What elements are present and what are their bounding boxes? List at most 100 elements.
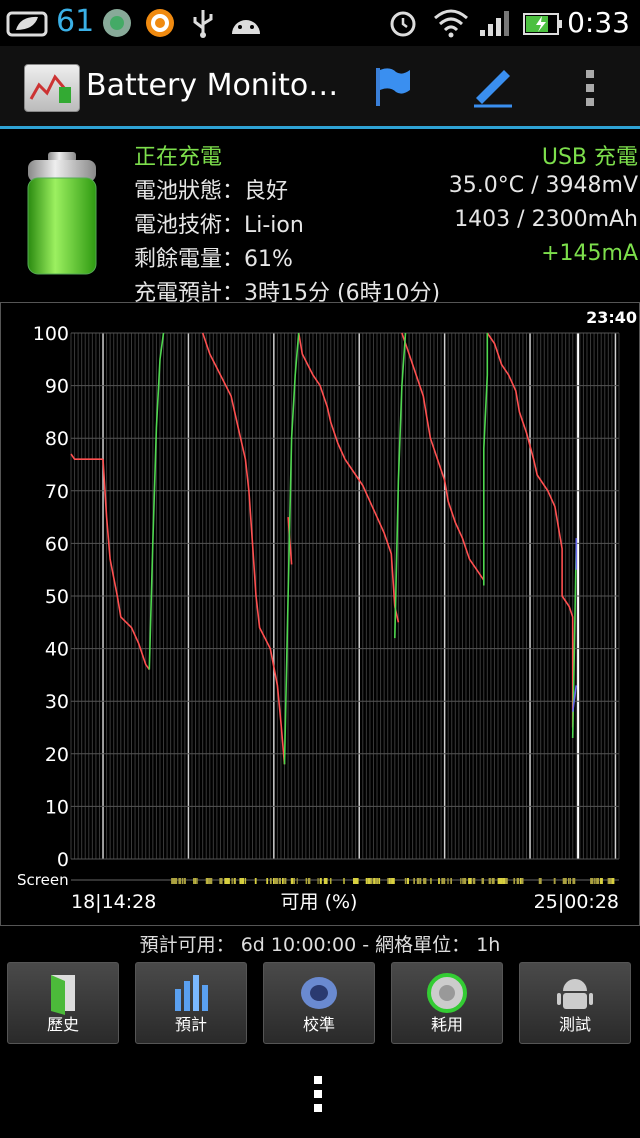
screen-on-mark [274,878,277,884]
wifi-icon [434,9,468,38]
y-tick-label: 70 [45,481,69,503]
series-line [70,453,103,460]
screen-on-mark [406,878,409,884]
screen-on-mark [500,878,503,884]
chart-time-label: 23:40 [586,308,637,327]
remaining-charge: 剩餘電量：61% [134,247,293,272]
screen-on-mark [375,878,378,884]
battery-big-icon [27,152,97,275]
app-icon[interactable] [24,64,80,112]
y-tick-label: 40 [45,639,69,661]
screen-on-mark [245,878,247,884]
battery-health: 電池狀態：良好 [134,179,289,204]
screen-on-mark [343,878,345,884]
x-axis-start: 18|14:28 [71,891,156,913]
battery-capacity: 1403 / 2300mAh [454,207,638,232]
screen-on-mark [538,878,541,884]
orange-circle-icon [146,9,174,37]
series-line [201,332,286,765]
screen-on-mark [488,878,491,884]
screen-on-mark [387,878,389,884]
y-tick-label: 20 [45,744,69,766]
charging-source: USB 充電 [541,145,638,170]
screen-on-mark [470,878,473,884]
action-bar-divider [0,126,640,129]
screen-on-mark [468,878,471,884]
alarm-icon [390,11,416,37]
screen-on-mark [172,878,175,884]
screen-on-mark [600,878,603,884]
flag-icon[interactable] [370,64,414,110]
history-button[interactable]: 歷史 [7,962,119,1044]
screen-on-mark [366,878,368,884]
charging-status: 正在充電 [134,145,223,170]
screen-on-mark [460,878,462,884]
screen-on-mark [234,878,236,884]
screen-on-mark [611,878,615,884]
y-tick-label: 100 [33,323,69,345]
test-button[interactable]: 測試 [519,962,631,1044]
screen-on-mark [370,878,373,884]
screen-on-mark [521,878,524,884]
screen-on-mark [447,878,449,884]
screen-on-mark [367,878,371,884]
forecast-button-label: 預計 [174,1015,207,1034]
screen-on-mark [568,878,570,884]
forecast-text: 預計可用： 6d 10:00:00 - 網格單位： 1h [139,934,501,956]
usb-icon [193,10,213,38]
screen-on-mark [441,878,444,884]
screen-on-mark [591,878,594,884]
screen-on-mark [355,878,359,884]
y-tick-label: 50 [45,586,69,608]
history-button-label: 歷史 [46,1015,79,1034]
screen-on-mark [290,878,294,884]
screen-on-mark [607,878,610,884]
test-icon [557,979,593,1009]
screen-on-mark [207,878,209,884]
usage-button[interactable]: 耗用 [391,962,503,1044]
app-title: Battery Monito… [86,68,339,103]
screen-on-mark [472,878,476,884]
screen-on-mark [227,878,230,884]
bottom-menu-icon[interactable] [314,1076,324,1118]
screen-on-mark [481,878,484,884]
calibrate-button[interactable]: 校準 [263,962,375,1044]
screen-on-mark [597,878,600,884]
overflow-icon[interactable] [580,66,600,110]
y-tick-label: 90 [45,376,69,398]
screen-on-mark [391,878,394,884]
temp-voltage: 35.0°C / 3948mV [448,173,638,198]
pencil-icon[interactable] [468,62,516,110]
screen-on-mark [443,878,446,884]
screen-on-mark [353,878,356,884]
usage-button-label: 耗用 [430,1015,463,1034]
y-tick-label: 10 [45,796,69,818]
screen-on-mark [506,878,508,884]
screen-on-mark [174,878,178,884]
screen-on-mark [513,878,516,884]
screen-on-mark [196,878,198,884]
screen-on-mark [450,878,452,884]
y-tick-label: 60 [45,533,69,555]
screen-on-mark [284,878,287,884]
screen-on-mark [438,878,440,884]
calibrate-button-label: 校準 [302,1015,335,1034]
screen-on-mark [293,878,295,884]
screen-on-mark [389,878,391,884]
screen-on-mark [266,878,269,884]
screen-on-mark [193,878,196,884]
screen-on-mark [594,878,596,884]
forecast-button[interactable]: 預計 [135,962,247,1044]
screen-on-mark [296,878,298,884]
screen-on-mark [225,878,228,884]
screen-on-mark [308,878,311,884]
screen-on-mark [569,878,571,884]
status-clock: 0:33 [567,6,630,39]
battery-chart[interactable]: 100 90 80 70 60 50 40 30 20 10 0 18|14:28 可用 (%) 2… [0,302,640,926]
screen-on-mark [564,878,567,884]
android-icon [232,20,260,34]
charge-current: +145mA [541,241,638,266]
recycle-icon [103,9,131,37]
series-line [394,332,407,639]
history-icon [51,975,75,1015]
